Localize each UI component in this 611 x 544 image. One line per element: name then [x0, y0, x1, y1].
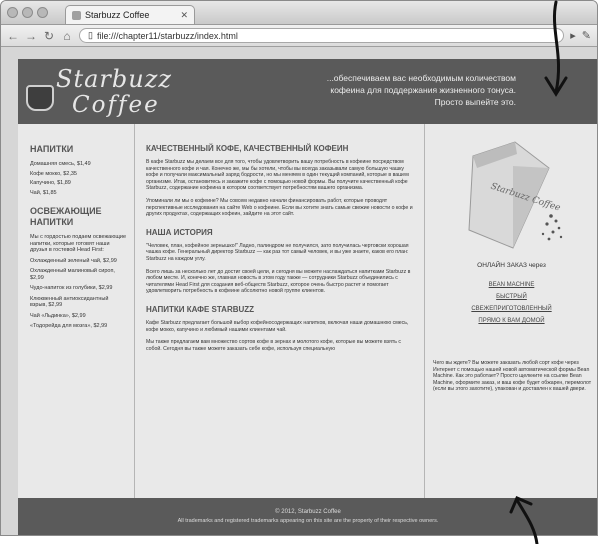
- fast-link[interactable]: БЫСТРЫЙ: [425, 294, 597, 300]
- url-text: file:///chapter11/starbuzz/index.html: [96, 30, 238, 41]
- history-paragraph-2: Всего лишь за несколько лет до достиг св…: [146, 269, 414, 295]
- window-controls: [7, 7, 48, 18]
- browser-window: Starbuzz Coffee ✕ ← → ↻ ⌂ ▯ file:///chap…: [0, 0, 598, 536]
- history-paragraph: "Человек, план, кофейное зернышко!" Ладн…: [146, 243, 414, 263]
- tagline-line-2: кофеина для поддержания жизненного тонус…: [330, 85, 516, 95]
- refreshing-item: Охлажденный малиновый сироп, $2,99: [30, 268, 115, 281]
- refreshing-item: Охлажденный зеленый чай, $2,99: [30, 257, 117, 264]
- refreshing-item: Чай «Льдинка», $2,99: [30, 312, 86, 319]
- logo-word-1: Starbuzz: [56, 65, 172, 93]
- browser-tab[interactable]: Starbuzz Coffee ✕: [65, 5, 195, 24]
- quality-heading: КАЧЕСТВЕННЫЙ КОФЕ, КАЧЕСТВЕННЫЙ КОФЕИН: [146, 144, 349, 153]
- forward-arrow-icon[interactable]: →: [25, 29, 37, 43]
- refreshing-item: Клюквенный антиоксидантный взрыв, $2,99: [30, 295, 109, 309]
- logo-word-2: Coffee: [72, 92, 160, 118]
- wrench-icon[interactable]: ✎: [582, 29, 591, 42]
- site-header: Starbuzz Coffee ...обеспечиваем вас необ…: [18, 59, 597, 124]
- title-bar: Starbuzz Coffee ✕: [1, 1, 597, 25]
- quality-paragraph: В кафе Starbuzz мы делаем все для того, …: [146, 159, 414, 192]
- caffeine-paragraph: Упоминали ли мы о кофеине? Мы совсем нед…: [146, 197, 413, 218]
- page-icon: ▯: [88, 30, 93, 40]
- refreshing-intro: Мы с гордостью подаем освежающие напитки…: [30, 234, 127, 253]
- annotation-arrow-bottom-icon: [509, 496, 539, 544]
- order-column: Starbuzz Coffee ОНЛАЙН ЗАКАЗ через BEAN …: [425, 124, 597, 498]
- refreshing-item: «Тодорейда для мозга», $2,99: [30, 323, 108, 329]
- drink-item: Чай, $1,85: [30, 189, 57, 196]
- online-order-label: ОНЛАЙН ЗАКАЗ через: [477, 262, 546, 269]
- browser-toolbar: ← → ↻ ⌂ ▯ file:///chapter11/starbuzz/ind…: [1, 25, 597, 47]
- refreshing-item: Чудо-напиток из голубики, $2,99: [30, 285, 113, 291]
- drink-item: Домашняя смесь, $1,49: [30, 161, 91, 167]
- refreshing-heading: ОСВЕЖАЮЩИЕ НАПИТКИ: [30, 206, 102, 227]
- bean-machine-link[interactable]: BEAN MACHINE: [425, 282, 597, 288]
- main-column: КАЧЕСТВЕННЫЙ КОФЕ, КАЧЕСТВЕННЫЙ КОФЕИН В…: [135, 124, 425, 498]
- coffee-bag-icon: Starbuzz Coffee: [468, 141, 563, 249]
- favicon-icon: [72, 10, 81, 20]
- reload-icon[interactable]: ↻: [43, 29, 55, 43]
- drinks-sidebar: НАПИТКИ Домашняя смесь, $1,49 Кофе мокко…: [18, 124, 135, 498]
- maximize-window-button[interactable]: [37, 7, 48, 18]
- tagline-line-3: Просто выпейте это.: [434, 97, 516, 107]
- drinks-section-heading: НАПИТКИ КАФЕ STARBUZZ: [146, 304, 255, 314]
- coffee-bag-image: Starbuzz Coffee: [455, 138, 567, 258]
- back-arrow-icon[interactable]: ←: [7, 29, 19, 43]
- annotation-arrow-top-icon: [544, 0, 568, 97]
- bean-machine-links: BEAN MACHINE БЫСТРЫЙ СВЕЖЕПРИГОТОВЛЕННЫЙ…: [425, 282, 597, 330]
- close-window-button[interactable]: [7, 7, 18, 18]
- tagline: ...обеспечиваем вас необходимым количест…: [286, 72, 516, 108]
- beans-paragraph: Мы также предлагаем вам множество сортов…: [146, 339, 401, 352]
- page-content: НАПИТКИ Домашняя смесь, $1,49 Кофе мокко…: [18, 124, 597, 498]
- tagline-line-1: ...обеспечиваем вас необходимым количест…: [326, 73, 516, 83]
- minimize-window-button[interactable]: [22, 7, 33, 18]
- history-text-4: И, конечно же, главная новость в этом го…: [146, 275, 398, 295]
- starbuzz-logo: Starbuzz Coffee: [26, 65, 171, 119]
- bean-machine-description: Чего вы ждете? Вы можете заказать любой …: [433, 360, 592, 393]
- home-delivery-link[interactable]: ПРЯМО К ВАМ ДОМОЙ: [425, 318, 597, 324]
- drink-item: Капучино, $1,89: [30, 180, 71, 186]
- drink-item: Кофе мокко, $2,35: [30, 170, 77, 177]
- tab-title: Starbuzz Coffee: [85, 10, 150, 20]
- drinks-heading: НАПИТКИ: [30, 144, 74, 154]
- history-heading: НАША ИСТОРИЯ: [146, 227, 213, 237]
- coffee-cup-icon: [26, 85, 54, 111]
- tab-close-icon[interactable]: ✕: [180, 10, 188, 21]
- drinks-paragraph: Кафе Starbuzz предлагает большой выбор к…: [146, 319, 409, 333]
- home-icon[interactable]: ⌂: [61, 29, 73, 43]
- fresh-link[interactable]: СВЕЖЕПРИГОТОВЛЕННЫЙ: [425, 306, 597, 312]
- address-bar[interactable]: ▯ file:///chapter11/starbuzz/index.html: [79, 28, 565, 43]
